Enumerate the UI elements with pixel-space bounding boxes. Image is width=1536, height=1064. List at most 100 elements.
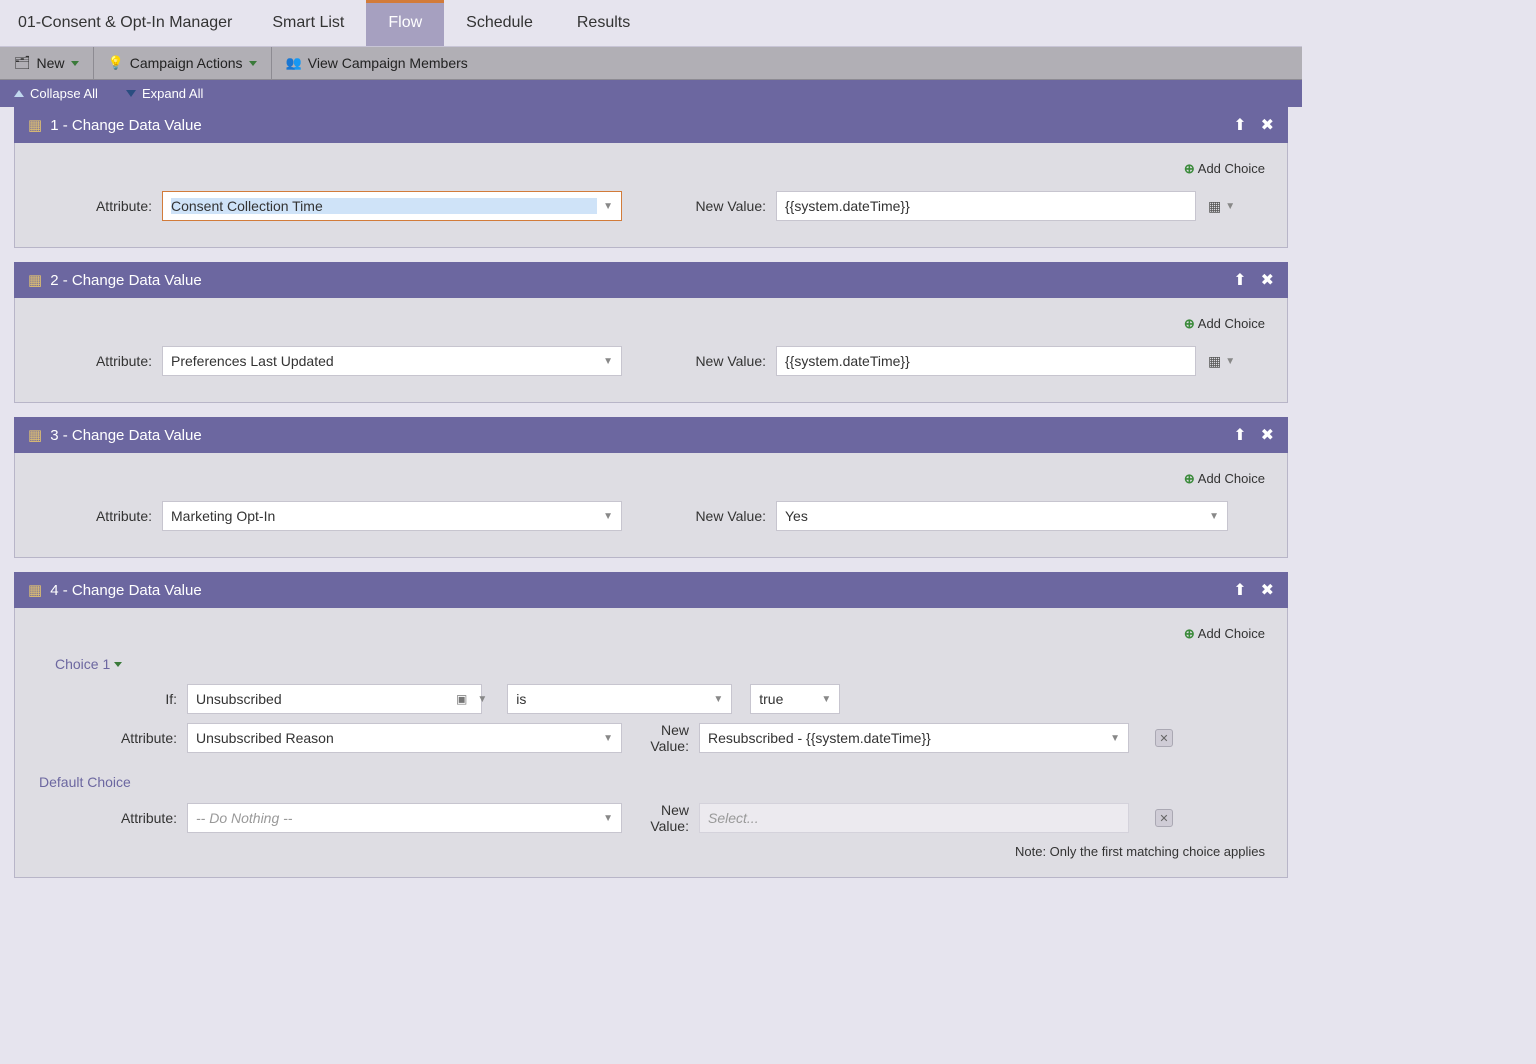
if-value-select[interactable]: true ▼ <box>750 684 840 714</box>
attribute-select[interactable]: Marketing Opt-In ▼ <box>162 501 622 531</box>
new-value-text: Yes <box>785 508 1203 524</box>
chevron-down-icon <box>249 61 257 66</box>
chevron-down-icon: ▼ <box>1225 201 1235 212</box>
add-icon: ⊕ <box>1184 471 1195 486</box>
move-up-icon[interactable]: ⬆ <box>1233 425 1246 445</box>
people-icon: 👥 <box>286 55 302 71</box>
chevron-down-icon: ▼ <box>603 201 613 212</box>
new-button[interactable]: 🗂 New <box>0 47 94 79</box>
close-icon[interactable]: ✖ <box>1261 580 1274 600</box>
chevron-down-icon <box>71 61 79 66</box>
move-up-icon[interactable]: ⬆ <box>1233 115 1246 135</box>
flow-step-4: ▦ 4 - Change Data Value ⬆ ✖ ⊕Add Choice … <box>14 572 1288 878</box>
calendar-picker-button[interactable]: ▦ ▼ <box>1208 353 1235 370</box>
choice-1-menu[interactable]: Choice 1 <box>55 656 1265 672</box>
calendar-picker-button[interactable]: ▦ ▼ <box>1208 198 1235 215</box>
expand-all-button[interactable]: Expand All <box>126 86 203 101</box>
remove-choice-button[interactable]: ✕ <box>1155 729 1173 747</box>
attribute-label: Attribute: <box>37 198 162 214</box>
if-field-select[interactable]: Unsubscribed <box>187 684 482 714</box>
new-value-label: New Value: <box>686 353 776 369</box>
field-info-icon[interactable]: ▣ <box>456 692 467 706</box>
add-choice-label: Add Choice <box>1198 626 1265 641</box>
calendar-icon: ▦ <box>1208 198 1221 215</box>
add-icon: ⊕ <box>1184 626 1195 641</box>
chevron-down-icon: ▼ <box>713 694 723 705</box>
attribute-select[interactable]: Preferences Last Updated ▼ <box>162 346 622 376</box>
triangle-down-icon <box>126 90 136 97</box>
step-title: 4 - Change Data Value <box>50 582 202 599</box>
choice-1-label: Choice 1 <box>55 656 110 672</box>
add-choice-label: Add Choice <box>1198 161 1265 176</box>
new-value-input[interactable]: Resubscribed - {{system.dateTime}} ▼ <box>699 723 1129 753</box>
close-icon[interactable]: ✖ <box>1261 270 1274 290</box>
close-icon[interactable]: ✖ <box>1261 115 1274 135</box>
attribute-select[interactable]: Unsubscribed Reason ▼ <box>187 723 622 753</box>
step-header[interactable]: ▦ 1 - Change Data Value ⬆ ✖ <box>14 107 1288 143</box>
attribute-label: Attribute: <box>37 508 162 524</box>
attribute-label: Attribute: <box>37 730 187 746</box>
close-icon[interactable]: ✖ <box>1261 425 1274 445</box>
new-value-label: New Value: <box>622 802 699 834</box>
tab-flow[interactable]: Flow <box>366 0 444 46</box>
add-choice-button[interactable]: ⊕Add Choice <box>37 626 1265 642</box>
tab-schedule[interactable]: Schedule <box>444 0 555 46</box>
remove-choice-button[interactable]: ✕ <box>1155 809 1173 827</box>
if-field-value: Unsubscribed <box>196 691 473 707</box>
step-header[interactable]: ▦ 3 - Change Data Value ⬆ ✖ <box>14 417 1288 453</box>
add-icon: ⊕ <box>1184 316 1195 331</box>
step-header[interactable]: ▦ 4 - Change Data Value ⬆ ✖ <box>14 572 1288 608</box>
attribute-select[interactable]: -- Do Nothing -- ▼ <box>187 803 622 833</box>
new-value-text: Resubscribed - {{system.dateTime}} <box>708 730 1104 746</box>
move-up-icon[interactable]: ⬆ <box>1233 580 1246 600</box>
campaign-actions-button[interactable]: 💡 Campaign Actions <box>94 47 272 79</box>
tab-smart-list[interactable]: Smart List <box>250 0 366 46</box>
collapse-all-button[interactable]: Collapse All <box>14 86 98 101</box>
flow-step-2: ▦ 2 - Change Data Value ⬆ ✖ ⊕Add Choice … <box>14 262 1288 403</box>
move-up-icon[interactable]: ⬆ <box>1233 270 1246 290</box>
new-value-text: {{system.dateTime}} <box>785 353 1187 369</box>
new-value-input[interactable]: {{system.dateTime}} <box>776 346 1196 376</box>
new-label: New <box>37 55 65 71</box>
campaign-title: 01-Consent & Opt-In Manager <box>0 0 250 46</box>
toolbar: 🗂 New 💡 Campaign Actions 👥 View Campaign… <box>0 47 1302 80</box>
attribute-value: Preferences Last Updated <box>171 353 597 369</box>
lightbulb-icon: 💡 <box>108 55 124 71</box>
chevron-down-icon[interactable]: ▼ <box>477 694 487 705</box>
chevron-down-icon: ▼ <box>603 511 613 522</box>
flow-step-1: ▦ 1 - Change Data Value ⬆ ✖ ⊕Add Choice … <box>14 107 1288 248</box>
attribute-value: Consent Collection Time <box>171 198 597 214</box>
add-icon: ⊕ <box>1184 161 1195 176</box>
chevron-down-icon: ▼ <box>603 356 613 367</box>
view-members-label: View Campaign Members <box>308 55 468 71</box>
view-members-button[interactable]: 👥 View Campaign Members <box>272 47 482 79</box>
new-icon: 🗂 <box>14 55 31 71</box>
tab-bar: 01-Consent & Opt-In Manager Smart List F… <box>0 0 1302 47</box>
tab-results[interactable]: Results <box>555 0 652 46</box>
new-value-input[interactable]: Yes ▼ <box>776 501 1228 531</box>
step-header[interactable]: ▦ 2 - Change Data Value ⬆ ✖ <box>14 262 1288 298</box>
chevron-down-icon: ▼ <box>603 733 613 744</box>
close-icon: ✕ <box>1159 812 1168 825</box>
collapse-bar: Collapse All Expand All <box>0 80 1302 107</box>
attribute-label: Attribute: <box>37 810 187 826</box>
add-choice-button[interactable]: ⊕Add Choice <box>37 161 1265 177</box>
step-title: 2 - Change Data Value <box>50 272 202 289</box>
if-operator-select[interactable]: is ▼ <box>507 684 732 714</box>
attribute-label: Attribute: <box>37 353 162 369</box>
default-choice-label: Default Choice <box>39 774 1265 790</box>
add-choice-button[interactable]: ⊕Add Choice <box>37 316 1265 332</box>
new-value-input[interactable]: {{system.dateTime}} <box>776 191 1196 221</box>
attribute-value: -- Do Nothing -- <box>196 810 597 826</box>
triangle-up-icon <box>14 90 24 97</box>
chevron-down-icon: ▼ <box>1209 511 1219 522</box>
step-icon: ▦ <box>28 116 42 134</box>
if-label: If: <box>37 691 187 707</box>
add-choice-button[interactable]: ⊕Add Choice <box>37 471 1265 487</box>
new-value-input-disabled: Select... <box>699 803 1129 833</box>
new-value-label: New Value: <box>686 508 776 524</box>
new-value-label: New Value: <box>622 722 699 754</box>
chevron-down-icon: ▼ <box>821 694 831 705</box>
attribute-select[interactable]: Consent Collection Time ▼ <box>162 191 622 221</box>
attribute-value: Unsubscribed Reason <box>196 730 597 746</box>
